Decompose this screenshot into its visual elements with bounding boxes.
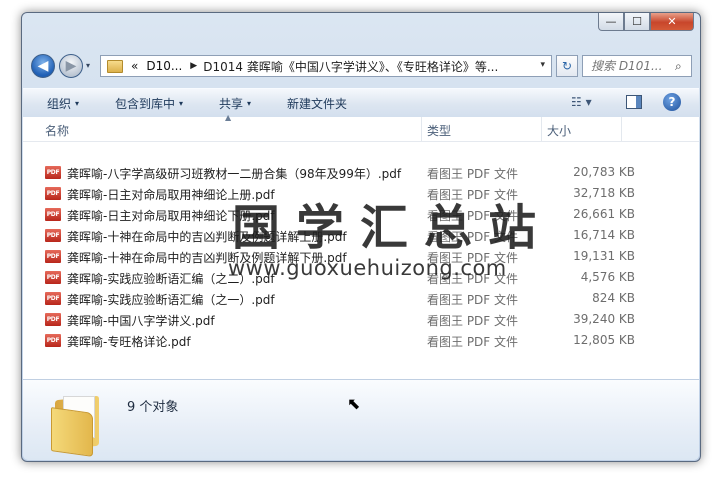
file-size: 12,805 KB (573, 333, 635, 347)
chevron-down-icon: ▾ (75, 99, 80, 108)
refresh-icon: ↻ (561, 59, 573, 73)
file-type: 看图王 PDF 文件 (427, 314, 519, 328)
column-divider[interactable] (621, 117, 622, 141)
column-name[interactable]: 名称 (45, 122, 69, 139)
caption-buttons: — ☐ ✕ (598, 13, 694, 31)
pdf-file-icon: PDF (45, 271, 61, 284)
file-type: 看图王 PDF 文件 (427, 167, 519, 181)
back-button[interactable]: ◀ (31, 54, 55, 78)
file-size: 16,714 KB (573, 228, 635, 242)
file-type: 看图王 PDF 文件 (427, 335, 519, 349)
file-row[interactable]: PDF 龚晖喻-八字学高级研习班教材一二册合集（98年及99年）.pdf 看图王… (45, 162, 685, 183)
view-options-icon[interactable]: ☷ ▾ (571, 95, 592, 109)
search-icon[interactable]: ⌕ (675, 59, 682, 74)
chevron-right-icon[interactable]: ▶ (190, 61, 197, 71)
file-size: 39,240 KB (573, 312, 635, 326)
search-input[interactable] (589, 58, 673, 74)
share-menu[interactable]: 共享 ▾ (219, 95, 251, 112)
pdf-file-icon: PDF (45, 208, 61, 221)
pdf-file-icon: PDF (45, 292, 61, 305)
column-type[interactable]: 类型 (427, 122, 451, 139)
item-count: 9 个对象 (127, 400, 179, 415)
column-size[interactable]: 大小 (547, 122, 571, 139)
watermark-url: www.guoxuehuizong.com (228, 256, 507, 280)
address-dropdown-icon[interactable]: ▾ (540, 60, 545, 70)
address-segment-parent[interactable]: D10... (146, 59, 182, 73)
minimize-button[interactable]: — (598, 13, 624, 31)
new-folder-button[interactable]: 新建文件夹 (287, 95, 347, 112)
file-row[interactable]: PDF 龚晖喻-实践应验断语汇编（之一）.pdf 看图王 PDF 文件 824 … (45, 288, 685, 309)
column-divider[interactable] (541, 117, 542, 141)
file-type: 看图王 PDF 文件 (427, 293, 519, 307)
close-button[interactable]: ✕ (650, 13, 694, 31)
pdf-file-icon: PDF (45, 313, 61, 326)
address-overflow[interactable]: « (131, 59, 138, 73)
watermark-title: 国学汇总站 (232, 200, 553, 256)
file-size: 4,576 KB (580, 270, 635, 284)
include-in-library-menu[interactable]: 包含到库中 ▾ (115, 95, 183, 112)
details-pane: 9 个对象 ⬉ (23, 379, 699, 460)
file-row[interactable]: PDF 龚晖喻-专旺格详论.pdf 看图王 PDF 文件 12,805 KB (45, 330, 685, 351)
file-size: 26,661 KB (573, 207, 635, 221)
chevron-down-icon: ▾ (179, 99, 184, 108)
organize-menu[interactable]: 组织 ▾ (47, 95, 79, 112)
file-row[interactable]: PDF 龚晖喻-中国八字学讲义.pdf 看图王 PDF 文件 39,240 KB (45, 309, 685, 330)
chevron-down-icon: ▾ (247, 99, 252, 108)
file-size: 824 KB (592, 291, 635, 305)
column-divider[interactable] (421, 117, 422, 141)
pdf-file-icon: PDF (45, 229, 61, 242)
refresh-button[interactable]: ↻ (556, 55, 578, 77)
maximize-button[interactable]: ☐ (624, 13, 650, 31)
address-bar[interactable]: « D10... ▶ D1014 龚晖喻《中国八字学讲义》、《专旺格详论》等..… (100, 55, 552, 77)
pdf-file-icon: PDF (45, 334, 61, 347)
search-box[interactable]: ⌕ (582, 55, 692, 77)
include-in-library-label: 包含到库中 (115, 97, 176, 111)
file-size: 32,718 KB (573, 186, 635, 200)
recent-pages-dropdown[interactable]: ▾ (86, 61, 90, 70)
command-bar: 组织 ▾ 包含到库中 ▾ 共享 ▾ 新建文件夹 ☷ ▾ ? (23, 88, 699, 118)
file-name: 龚晖喻-专旺格详论.pdf (67, 335, 191, 349)
mouse-cursor-icon: ⬉ (347, 394, 361, 413)
folder-icon (107, 59, 123, 73)
folder-icon (49, 392, 107, 457)
sort-ascending-icon: ▲ (225, 113, 232, 122)
column-headers: ▲ 名称 类型 大小 (23, 113, 699, 142)
navigation-bar: ◀ ▶ ▾ « D10... ▶ D1014 龚晖喻《中国八字学讲义》、《专旺格… (28, 53, 694, 81)
file-name: 龚晖喻-中国八字学讲义.pdf (67, 314, 215, 328)
help-icon[interactable]: ? (663, 93, 681, 111)
forward-arrow-icon: ▶ (65, 58, 77, 74)
back-arrow-icon: ◀ (37, 58, 49, 74)
pdf-file-icon: PDF (45, 187, 61, 200)
preview-pane-icon[interactable] (626, 95, 642, 109)
pdf-file-icon: PDF (45, 166, 61, 179)
file-size: 19,131 KB (573, 249, 635, 263)
organize-label: 组织 (47, 97, 72, 111)
forward-button[interactable]: ▶ (59, 54, 83, 78)
share-label: 共享 (219, 97, 244, 111)
file-name: 龚晖喻-实践应验断语汇编（之一）.pdf (67, 293, 275, 307)
pdf-file-icon: PDF (45, 250, 61, 263)
file-name: 龚晖喻-八字学高级研习班教材一二册合集（98年及99年）.pdf (67, 167, 402, 181)
file-size: 20,783 KB (573, 165, 635, 179)
address-segment-current[interactable]: D1014 龚晖喻《中国八字学讲义》、《专旺格详论》等... (203, 58, 503, 75)
